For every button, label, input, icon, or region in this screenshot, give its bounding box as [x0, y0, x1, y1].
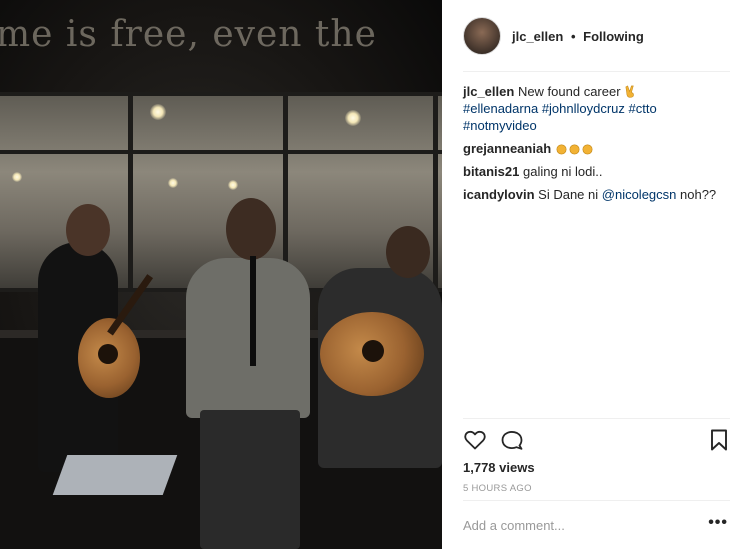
comment-text: Si Dane ni [538, 187, 599, 202]
action-bar [463, 428, 730, 454]
bookmark-icon[interactable] [707, 428, 731, 452]
post-side-panel: jlc_ellen • Following jlc_ellen New foun… [442, 0, 750, 549]
wall-lettering: me is free, even the [0, 14, 377, 55]
heart-icon[interactable] [463, 428, 487, 452]
comment-username[interactable]: grejanneaniah [463, 141, 551, 156]
header-separator: • [570, 28, 576, 44]
post-video[interactable]: me is free, even the [0, 0, 442, 549]
caption: jlc_ellen New found career #ellenadarna … [463, 83, 733, 134]
author-username[interactable]: jlc_ellen [512, 29, 563, 44]
comments-list: jlc_ellen New found career #ellenadarna … [463, 83, 733, 209]
comment-divider [463, 500, 730, 501]
comment: bitanis21 galing ni lodi.. [463, 163, 733, 180]
hashtag-link[interactable]: #notmyvideo [463, 118, 537, 133]
avatar[interactable] [463, 17, 501, 55]
hashtag-link[interactable]: #ellenadarna [463, 101, 538, 116]
post-timestamp[interactable]: 5 HOURS AGO [463, 483, 532, 494]
clapping-hands-emoji-icon [555, 141, 594, 156]
post-header: jlc_ellen • Following [442, 0, 750, 72]
comment-username[interactable]: icandylovin [463, 187, 535, 202]
instagram-post-view: me is free, even the jlc_ellen • Followi… [0, 0, 750, 549]
hashtag-link[interactable]: #ctto [629, 101, 657, 116]
v-hand-emoji-icon [625, 85, 634, 98]
caption-username[interactable]: jlc_ellen [463, 84, 514, 99]
more-options-icon[interactable]: ••• [708, 514, 728, 532]
comment-text: galing ni lodi.. [522, 164, 603, 179]
comment: grejanneaniah [463, 140, 733, 157]
ceiling-light [150, 104, 166, 120]
comment: icandylovin Si Dane ni @nicolegcsn noh?? [463, 186, 733, 203]
actions-divider [463, 418, 730, 419]
header-divider [463, 71, 730, 72]
mention-link[interactable]: @nicolegcsn [602, 187, 677, 202]
comment-username[interactable]: bitanis21 [463, 164, 519, 179]
following-button[interactable]: Following [583, 29, 644, 44]
comment-text: noh?? [680, 187, 717, 202]
add-comment-input[interactable]: Add a comment... [463, 518, 565, 533]
music-stand [52, 455, 178, 495]
comment-icon[interactable] [500, 428, 524, 452]
hashtag-link[interactable]: #johnlloydcruz [542, 101, 625, 116]
ceiling-light [345, 110, 361, 126]
caption-text: New found career [517, 84, 621, 99]
view-count[interactable]: 1,778 views [463, 460, 535, 475]
